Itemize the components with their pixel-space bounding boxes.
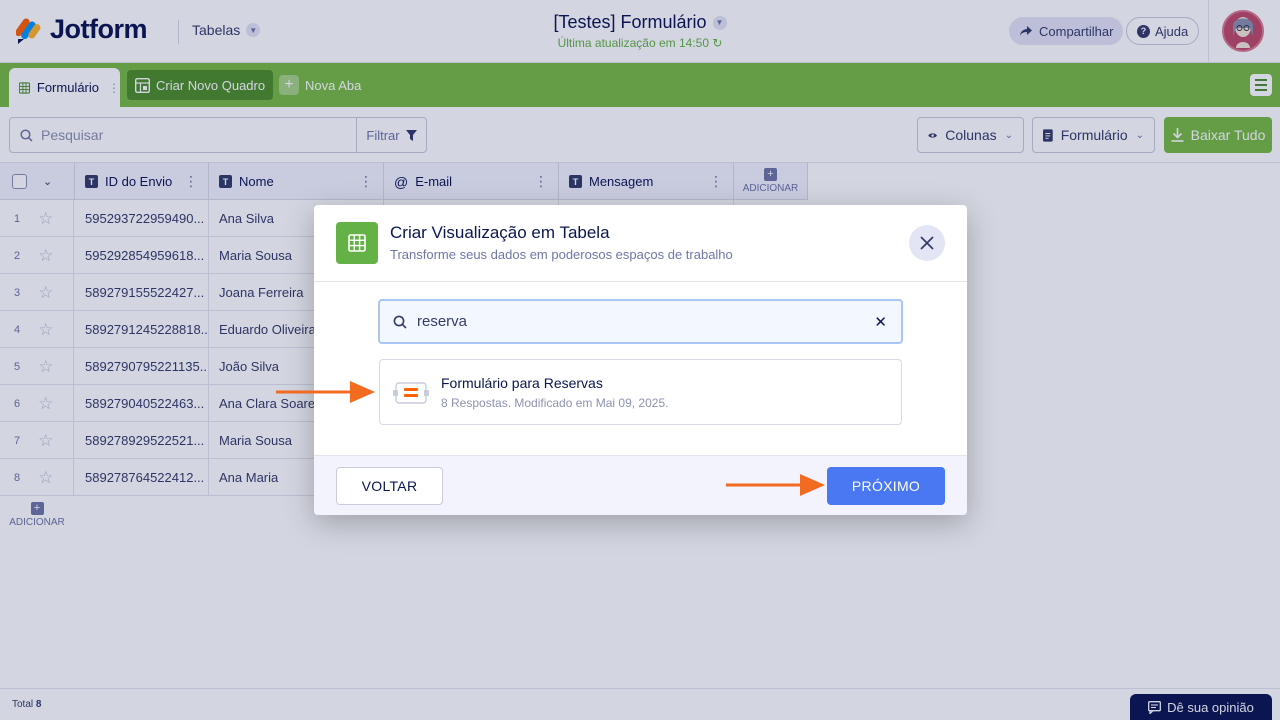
- search-value: reserva: [417, 313, 468, 330]
- form-search-input[interactable]: reserva ✕: [378, 299, 903, 344]
- modal-title: Criar Visualização em Tabela: [390, 223, 610, 242]
- form-result-meta: 8 Respostas. Modificado em Mai 09, 2025.: [441, 396, 669, 410]
- close-icon[interactable]: [909, 225, 945, 261]
- back-button[interactable]: VOLTAR: [336, 467, 443, 505]
- create-table-view-modal: Criar Visualização em Tabela Transforme …: [314, 205, 967, 515]
- next-button[interactable]: PRÓXIMO: [827, 467, 945, 505]
- modal-footer: VOLTAR PRÓXIMO: [314, 455, 967, 515]
- clear-search-icon[interactable]: ✕: [874, 313, 887, 331]
- annotation-arrow-icon: [276, 381, 375, 403]
- modal-subtitle: Transforme seus dados em poderosos espaç…: [390, 247, 733, 262]
- modal-header: Criar Visualização em Tabela Transforme …: [314, 205, 967, 282]
- annotation-arrow-icon: [726, 474, 825, 496]
- search-icon: [393, 315, 407, 329]
- table-grid-icon: [336, 222, 378, 264]
- form-icon: [393, 382, 429, 404]
- form-result-item[interactable]: Formulário para Reservas 8 Respostas. Mo…: [379, 359, 902, 425]
- form-result-title: Formulário para Reservas: [441, 375, 603, 391]
